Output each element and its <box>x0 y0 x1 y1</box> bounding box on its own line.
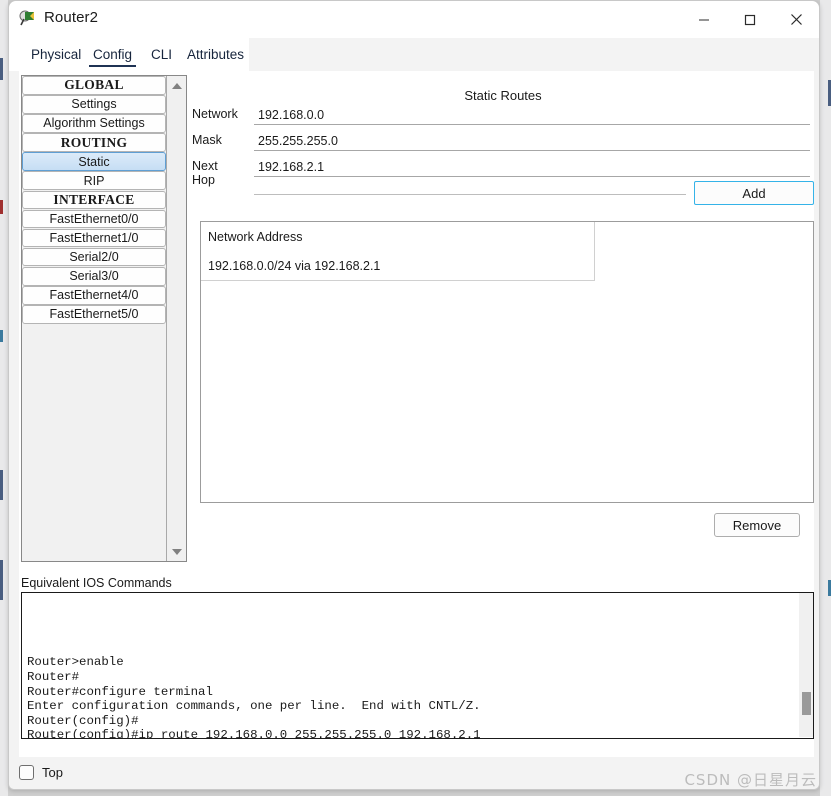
tab-physical-label: Physical <box>31 47 82 62</box>
tab-cli-label: CLI <box>151 47 173 62</box>
tab-bar: Physical Config CLI Attributes <box>9 38 819 71</box>
minimize-button[interactable] <box>681 1 727 38</box>
form-divider <box>254 194 686 195</box>
ios-commands-label: Equivalent IOS Commands <box>21 576 172 590</box>
add-route-button[interactable]: Add <box>694 181 814 205</box>
config-sidebar: GLOBAL Settings Algorithm Settings ROUTI… <box>21 75 187 562</box>
sidebar-header-interface: INTERFACE <box>22 190 166 210</box>
sidebar-item-serial3-0[interactable]: Serial3/0 <box>22 266 166 286</box>
sidebar-item-fastethernet5-0[interactable]: FastEthernet5/0 <box>22 305 166 324</box>
sidebar-header-interface-label: INTERFACE <box>53 191 135 207</box>
scroll-up-arrow-icon[interactable] <box>167 77 186 94</box>
sidebar-item-serial2-0-label: Serial2/0 <box>69 250 119 265</box>
top-checkbox-row[interactable]: Top <box>19 765 63 780</box>
sidebar-header-routing: ROUTING <box>22 133 166 152</box>
maximize-button[interactable] <box>727 1 773 38</box>
add-route-button-label: Add <box>742 185 766 201</box>
watermark: CSDN @日星月云 <box>684 771 817 789</box>
sidebar-header-routing-label: ROUTING <box>60 134 128 150</box>
sidebar-item-fastethernet0-0-label: FastEthernet0/0 <box>49 211 139 226</box>
tab-physical[interactable]: Physical <box>27 38 85 71</box>
tab-cli[interactable]: CLI <box>147 38 176 71</box>
scroll-down-arrow-icon[interactable] <box>167 543 186 560</box>
router-config-window: Router2 Physical Config CLI Attributes G… <box>8 0 820 790</box>
network-label: Network <box>192 107 238 121</box>
sidebar-item-fastethernet1-0[interactable]: FastEthernet1/0 <box>22 228 166 248</box>
ios-commands-text: Router>enable Router# Router#configure t… <box>27 655 481 739</box>
next-hop-label: Next Hop <box>192 159 218 187</box>
routes-table-column: Network Address 192.168.0.0/24 via 192.1… <box>201 222 595 281</box>
tab-config[interactable]: Config <box>89 38 137 71</box>
background-fleck <box>0 330 3 342</box>
router-device-icon <box>19 10 37 28</box>
window-title: Router2 <box>44 9 99 26</box>
remove-route-button[interactable]: Remove <box>714 513 800 537</box>
table-row[interactable]: 192.168.0.0/24 via 192.168.2.1 <box>201 251 594 280</box>
sidebar-item-serial2-0[interactable]: Serial2/0 <box>22 247 166 267</box>
sidebar-item-fastethernet1-0-label: FastEthernet1/0 <box>49 231 139 246</box>
sidebar-item-rip[interactable]: RIP <box>22 171 166 191</box>
sidebar-item-fastethernet4-0[interactable]: FastEthernet4/0 <box>22 286 166 305</box>
sidebar-item-settings-label: Settings <box>71 97 117 112</box>
right-background-strip <box>820 0 831 796</box>
tab-attributes-label: Attributes <box>187 47 245 62</box>
config-sidebar-list: GLOBAL Settings Algorithm Settings ROUTI… <box>22 76 166 324</box>
background-fleck <box>0 58 3 80</box>
static-routes-panel: Static Routes Network Mask Next Hop Add <box>192 75 814 565</box>
sidebar-item-algorithm-settings-label: Algorithm Settings <box>43 116 145 131</box>
background-fleck <box>0 470 3 500</box>
routes-table[interactable]: Network Address 192.168.0.0/24 via 192.1… <box>200 221 814 503</box>
background-fleck <box>0 560 3 600</box>
sidebar-scrollbar[interactable] <box>166 76 186 561</box>
ios-console-scrollbar[interactable] <box>799 593 813 737</box>
routes-table-cell-network-address: 192.168.0.0/24 via 192.168.2.1 <box>208 258 381 273</box>
sidebar-item-static-label: Static <box>78 154 110 169</box>
sidebar-item-static[interactable]: Static <box>22 152 166 171</box>
routes-table-header-label: Network Address <box>208 229 303 244</box>
sidebar-header-global-label: GLOBAL <box>64 77 124 93</box>
mask-input[interactable] <box>254 131 810 151</box>
mask-label: Mask <box>192 133 222 147</box>
remove-route-button-label: Remove <box>732 517 782 533</box>
left-background-strip <box>0 0 8 796</box>
config-content-area: GLOBAL Settings Algorithm Settings ROUTI… <box>9 71 819 761</box>
ios-console-scroll-thumb[interactable] <box>802 692 811 715</box>
close-button[interactable] <box>773 1 819 38</box>
ios-commands-console[interactable]: Router>enable Router# Router#configure t… <box>21 592 814 739</box>
sidebar-item-settings[interactable]: Settings <box>22 95 166 114</box>
sidebar-item-fastethernet5-0-label: FastEthernet5/0 <box>49 307 139 322</box>
top-checkbox[interactable] <box>19 765 34 780</box>
panel-title: Static Routes <box>464 88 542 103</box>
background-fleck <box>0 200 3 214</box>
sidebar-item-rip-label: RIP <box>83 173 105 188</box>
routes-table-header-network-address: Network Address <box>201 222 594 251</box>
network-input[interactable] <box>254 105 810 125</box>
sidebar-header-global: GLOBAL <box>22 76 166 95</box>
tab-attributes[interactable]: Attributes <box>183 38 248 71</box>
sidebar-item-serial3-0-label: Serial3/0 <box>69 269 119 284</box>
tab-config-label: Config <box>93 47 133 62</box>
top-checkbox-label: Top <box>42 765 63 780</box>
window-title-bar: Router2 <box>9 1 819 38</box>
sidebar-item-fastethernet0-0[interactable]: FastEthernet0/0 <box>22 209 166 229</box>
sidebar-item-algorithm-settings[interactable]: Algorithm Settings <box>22 114 166 133</box>
next-hop-input[interactable] <box>254 157 810 177</box>
sidebar-item-fastethernet4-0-label: FastEthernet4/0 <box>49 288 139 303</box>
